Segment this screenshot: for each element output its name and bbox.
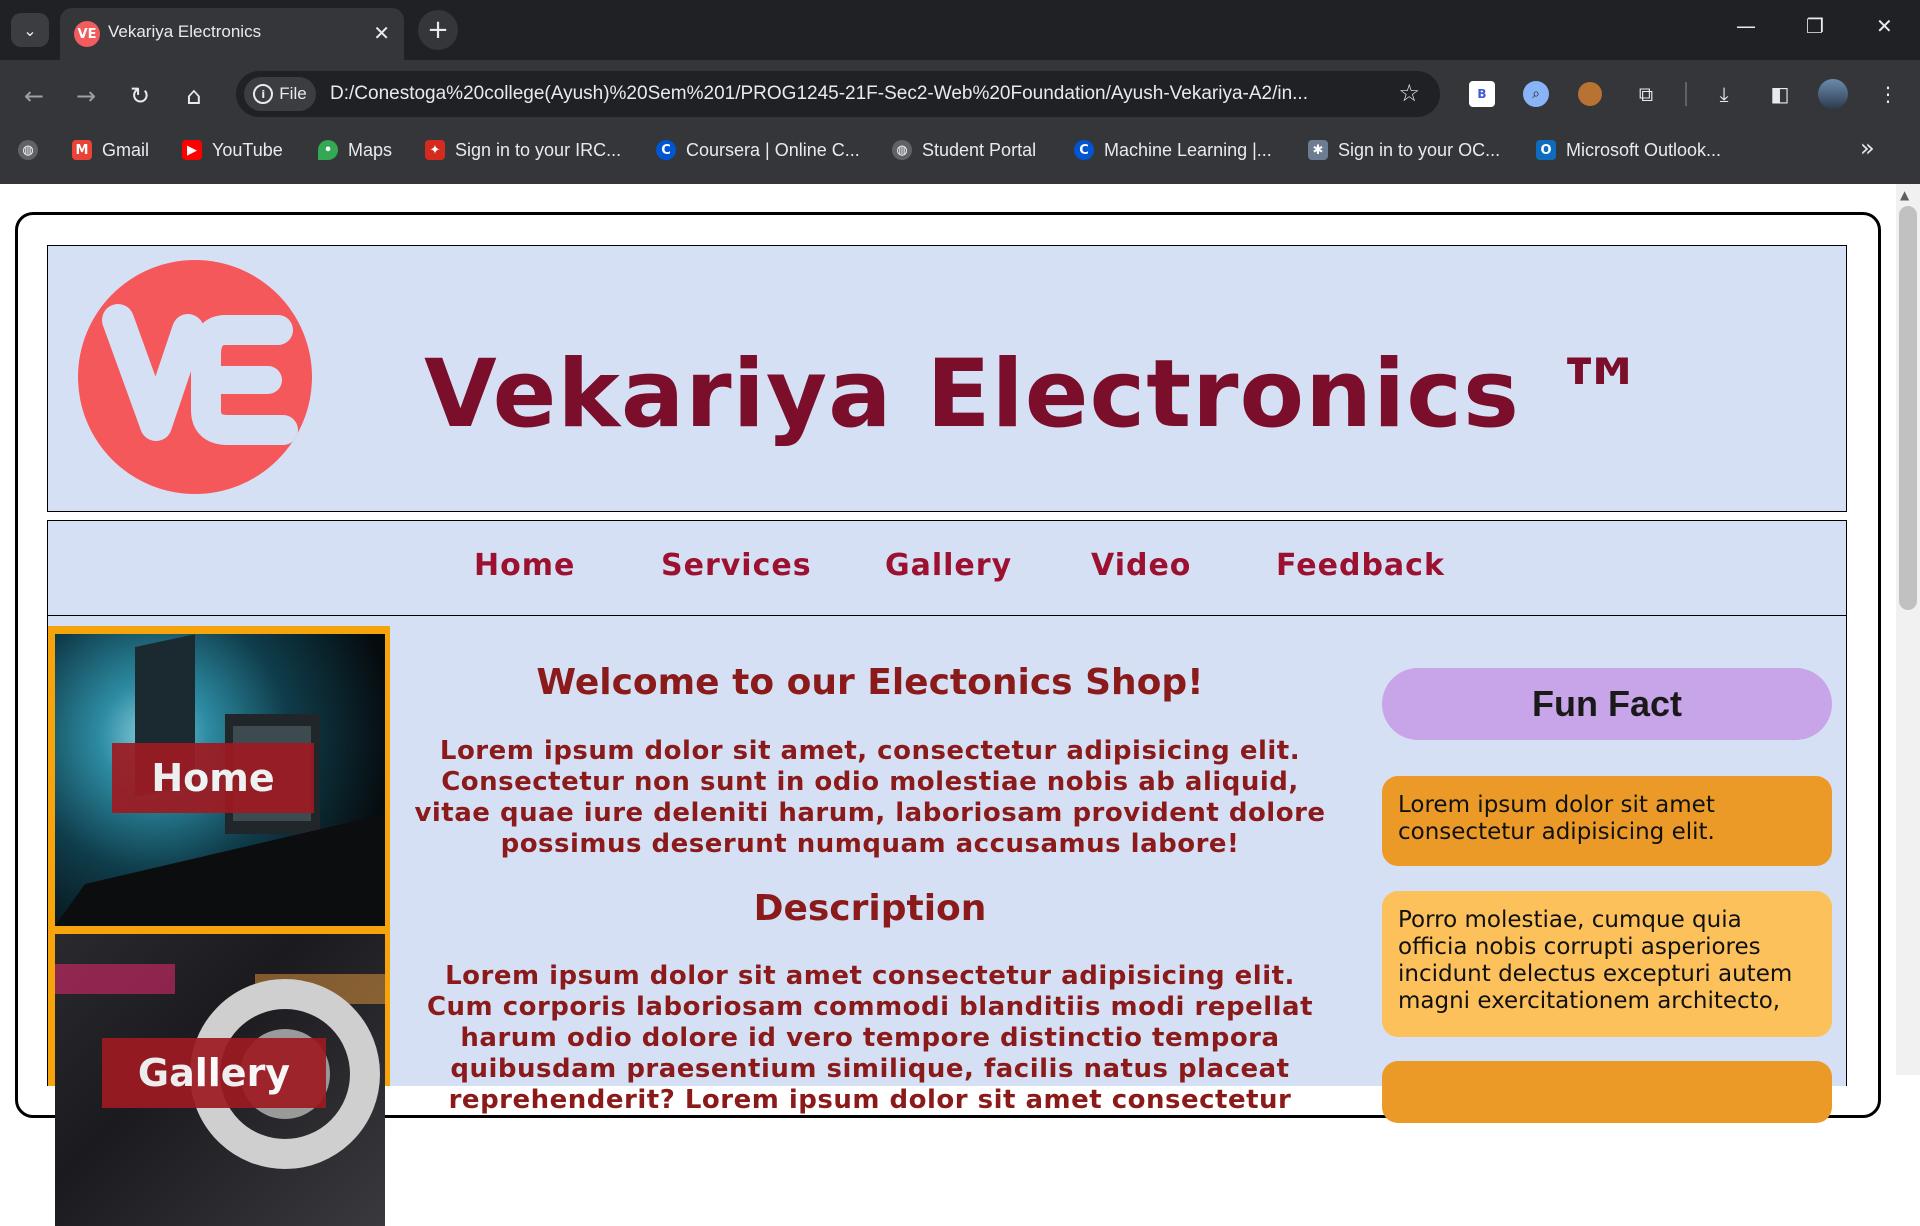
bookmark-maps[interactable]: • Maps	[318, 136, 392, 164]
description-heading-text: Description	[753, 888, 987, 929]
browser-tab[interactable]: VE Vekariya Electronics ✕	[60, 8, 404, 60]
fact-card: Porro molestiae, cumque quia officia nob…	[1382, 891, 1832, 1037]
nav-feedback[interactable]: Feedback	[1276, 548, 1445, 583]
intro-text: Lorem ipsum dolor sit amet, consectetur …	[414, 736, 1326, 859]
back-button[interactable]: ←	[14, 78, 54, 114]
scroll-up-arrow-icon[interactable]: ▲	[1900, 188, 1909, 202]
tile-home[interactable]: Home	[55, 634, 385, 926]
tab-favicon-icon: VE	[74, 21, 100, 47]
home-button[interactable]: ⌂	[174, 78, 214, 114]
snowflake-icon: ✱	[1308, 140, 1328, 160]
bookmark-irc[interactable]: ✦ Sign in to your IRC...	[425, 136, 621, 164]
site-title: Vekariya Electronics ™	[424, 340, 1649, 449]
bookmark-youtube[interactable]: ▶ YouTube	[182, 136, 283, 164]
globe-icon: ◍	[892, 140, 912, 160]
download-icon[interactable]: ⤓	[1710, 80, 1738, 108]
bookmark-label: Coursera | Online C...	[686, 139, 860, 160]
nav-services[interactable]: Services	[661, 548, 812, 583]
bookmark-label: Sign in to your IRC...	[455, 139, 622, 160]
fact-card: Lorem ipsum dolor sit amet consectetur a…	[1382, 776, 1832, 866]
tab-title: Vekariya Electronics	[108, 22, 262, 41]
lens-icon: ⌕	[1523, 81, 1549, 107]
restore-button[interactable]: ❐	[1806, 14, 1824, 38]
menu-kebab-icon[interactable]: ⋮	[1874, 80, 1902, 108]
cookie-icon	[1578, 82, 1602, 106]
welcome-heading-text: Welcome to our Electonics Shop!	[536, 662, 1204, 703]
intro-paragraph: Lorem ipsum dolor sit amet, consectetur …	[410, 736, 1330, 860]
toolbar-separator	[1685, 82, 1687, 106]
maps-icon: •	[318, 140, 338, 160]
bookmark-machine-learning[interactable]: C Machine Learning |...	[1074, 136, 1272, 164]
bookmark-label: Maps	[348, 139, 393, 160]
extension-b-button[interactable]: B	[1468, 80, 1496, 108]
tile-home-label: Home	[112, 743, 314, 813]
description-paragraph: Lorem ipsum dolor sit amet consectetur a…	[410, 961, 1330, 1116]
reload-button[interactable]: ↻	[120, 78, 160, 114]
bookmark-label: Student Portal	[922, 139, 1037, 160]
bookmark-star-icon[interactable]: ☆	[1398, 79, 1420, 107]
tab-search-button[interactable]: ⌄	[11, 13, 49, 47]
plus-icon: +	[427, 15, 449, 45]
tile-gallery-label: Gallery	[102, 1038, 326, 1108]
fun-fact-title: Fun Fact	[1382, 668, 1832, 740]
nav-gallery[interactable]: Gallery	[885, 548, 1012, 583]
extensions-puzzle-icon[interactable]: ⧉	[1632, 80, 1660, 108]
minimize-button[interactable]: —	[1736, 14, 1756, 38]
coursera-icon: C	[1074, 140, 1094, 160]
welcome-heading: Welcome to our Electonics Shop!	[410, 662, 1330, 703]
url-text[interactable]: D:/Conestoga%20college(Ayush)%20Sem%201/…	[330, 83, 1330, 105]
close-icon[interactable]: ✕	[373, 20, 390, 46]
bookmark-label: YouTube	[212, 139, 283, 160]
bookmark-outlook[interactable]: O Microsoft Outlook...	[1536, 136, 1721, 164]
gmail-icon: M	[72, 140, 92, 160]
bookmark-student-portal[interactable]: ◍ Student Portal	[892, 136, 1036, 164]
more-bookmarks-chevron-icon[interactable]: »	[1860, 134, 1875, 162]
description-text: Lorem ipsum dolor sit amet consectetur a…	[426, 961, 1314, 1115]
file-chip-label: File	[279, 84, 307, 103]
site-logo[interactable]	[78, 260, 312, 494]
apps-globe-icon[interactable]: ◍	[18, 136, 38, 164]
outlook-icon: O	[1536, 140, 1556, 160]
scrollbar-thumb[interactable]	[1899, 206, 1917, 610]
bookmark-label: Gmail	[102, 139, 150, 160]
profile-avatar[interactable]	[1818, 79, 1848, 109]
fact-card-partial	[1382, 1061, 1832, 1123]
bookmark-coursera[interactable]: C Coursera | Online C...	[656, 136, 860, 164]
lens-extension-button[interactable]: ⌕	[1522, 80, 1550, 108]
nav-home[interactable]: Home	[474, 548, 575, 583]
window-close-button[interactable]: ✕	[1876, 14, 1893, 38]
bookmark-oc[interactable]: ✱ Sign in to your OC...	[1308, 136, 1500, 164]
forward-button[interactable]: →	[66, 78, 106, 114]
tile-gallery[interactable]: Gallery	[55, 934, 385, 1226]
maple-leaf-icon: ✦	[425, 140, 445, 160]
bookmark-gmail[interactable]: M Gmail	[72, 136, 149, 164]
bookmark-label: Sign in to your OC...	[1338, 139, 1501, 160]
coursera-icon: C	[656, 140, 676, 160]
site-info-chip[interactable]: i File	[244, 77, 316, 111]
cookie-extension-button[interactable]	[1576, 80, 1604, 108]
new-tab-button[interactable]: +	[418, 10, 458, 50]
b-extension-icon: B	[1469, 81, 1495, 107]
ve-logo-icon	[102, 304, 298, 445]
info-icon: i	[253, 84, 274, 104]
chevron-down-icon: ⌄	[23, 20, 37, 40]
side-panel-icon[interactable]: ◧	[1766, 80, 1794, 108]
bookmark-label: Microsoft Outlook...	[1566, 139, 1722, 160]
nav-video[interactable]: Video	[1091, 548, 1191, 583]
bookmark-label: Machine Learning |...	[1104, 139, 1272, 160]
description-heading: Description	[410, 888, 1330, 929]
youtube-icon: ▶	[182, 140, 202, 160]
address-bar[interactable]: i File D:/Conestoga%20college(Ayush)%20S…	[236, 71, 1440, 117]
